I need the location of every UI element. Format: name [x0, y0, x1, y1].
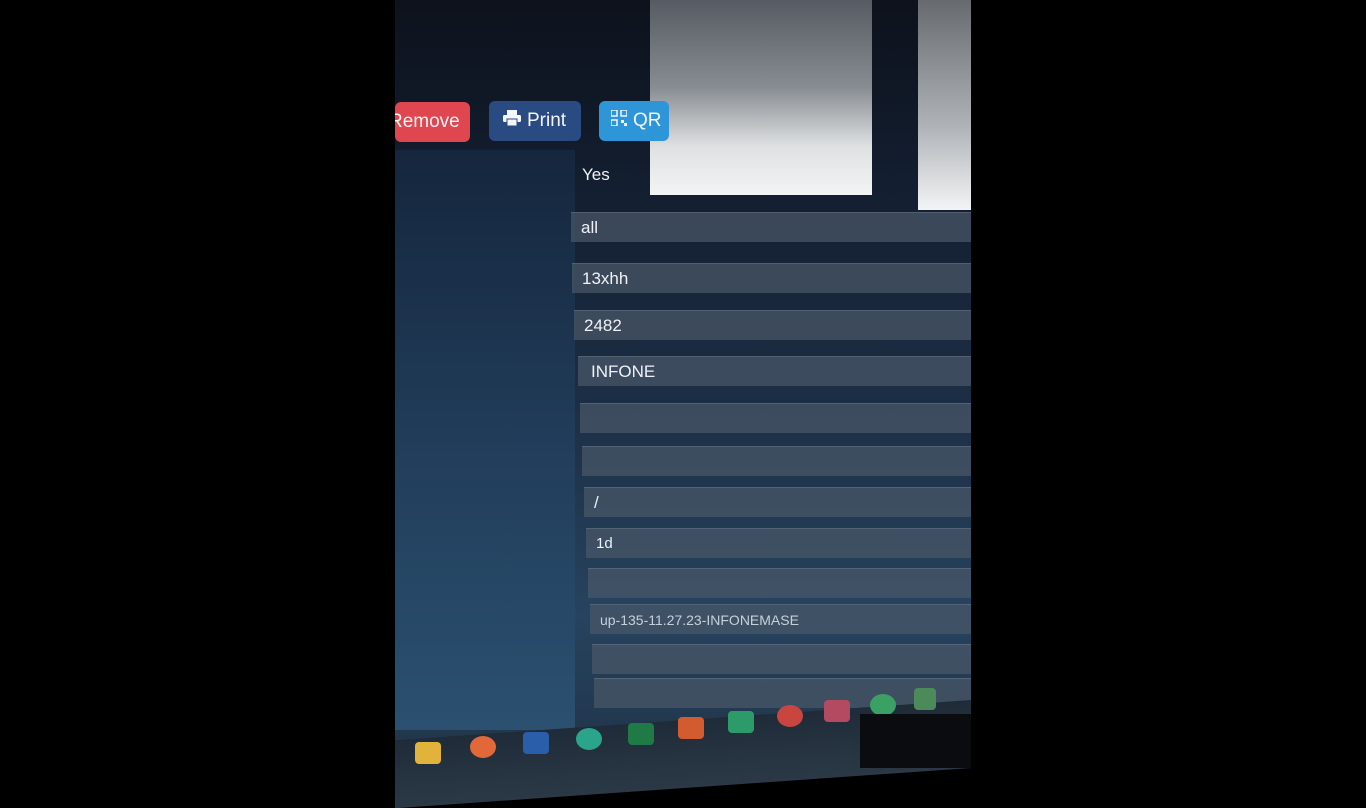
remove-label: Remove	[395, 111, 460, 132]
text-field[interactable]: 1d	[586, 528, 971, 558]
text-field[interactable]	[582, 446, 971, 476]
text-field[interactable]: INFONE	[578, 356, 971, 386]
print-label: Print	[527, 110, 567, 131]
text-field[interactable]: all	[571, 212, 971, 242]
calendar-icon[interactable]	[824, 700, 850, 722]
text-field[interactable]: /	[584, 487, 971, 517]
chrome-icon[interactable]	[777, 705, 803, 727]
excel-icon[interactable]	[628, 723, 654, 745]
monitor-bezel	[860, 714, 971, 768]
text-field[interactable]	[588, 568, 971, 598]
word-icon[interactable]	[523, 732, 549, 754]
field-value: Yes	[582, 165, 610, 184]
qr-code-icon	[610, 109, 628, 132]
mail-icon[interactable]	[728, 711, 754, 733]
qr-button[interactable]: QR	[599, 101, 669, 141]
powerpoint-icon[interactable]	[678, 717, 704, 739]
text-field[interactable]	[580, 403, 971, 433]
text-field[interactable]: up-135-11.27.23-INFONEMASE	[590, 604, 971, 634]
firefox-icon[interactable]	[470, 736, 496, 758]
screen-glare-right	[918, 0, 971, 210]
text-field[interactable]	[592, 644, 971, 674]
edge-icon[interactable]	[576, 728, 602, 750]
left-panel	[395, 150, 575, 730]
printer-icon	[503, 110, 521, 132]
app-icon[interactable]	[914, 688, 936, 710]
remove-button[interactable]: Remove	[395, 102, 470, 142]
print-button[interactable]: Print	[489, 101, 581, 141]
text-field[interactable]: 13xhh	[572, 263, 971, 293]
file-explorer-icon[interactable]	[415, 742, 441, 764]
qr-label: QR	[633, 110, 662, 131]
text-field[interactable]: 2482	[574, 310, 971, 340]
teams-icon[interactable]	[870, 694, 896, 716]
